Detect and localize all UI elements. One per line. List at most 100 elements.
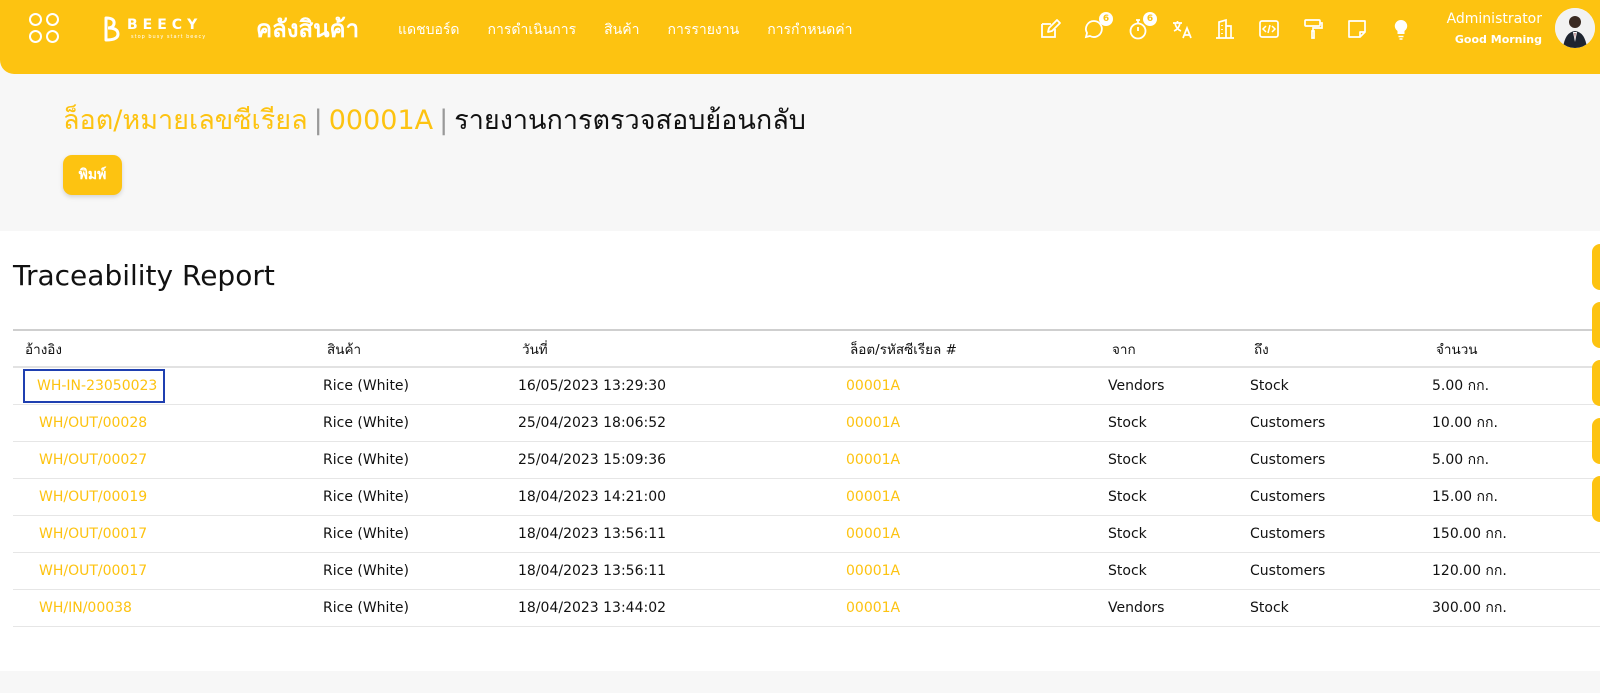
breadcrumb-lot-serial[interactable]: ล็อต/หมายเลขซีเรียล <box>63 105 308 136</box>
cell-product: Rice (White) <box>315 589 510 627</box>
cell-date: 25/04/2023 18:06:52 <box>510 404 838 442</box>
table-header-row: อ้างอิง สินค้า วันที่ ล็อต/รหัสซีเรียล #… <box>13 329 1600 368</box>
cell-product: Rice (White) <box>315 367 510 405</box>
timer-icon[interactable]: 6 <box>1126 12 1157 41</box>
company-icon[interactable] <box>1213 17 1237 41</box>
nav-item-operations[interactable]: การดำเนินการ <box>488 19 577 41</box>
nav-item-products[interactable]: สินค้า <box>604 19 639 41</box>
column-header-to[interactable]: ถึง <box>1242 329 1424 368</box>
apps-menu-icon[interactable] <box>29 13 63 47</box>
cell-lot: 00001A <box>838 404 1100 442</box>
report-sheet: Traceability Report อ้างอิง สินค้า วันที… <box>0 231 1600 671</box>
breadcrumb-separator: | <box>313 105 323 136</box>
breadcrumb-lot-number[interactable]: 00001A <box>329 105 433 136</box>
cell-from: Stock <box>1100 478 1242 516</box>
top-navbar: BEECY stop busy start beecy คลังสินค้า แ… <box>0 0 1600 74</box>
cell-from: Vendors <box>1100 589 1242 627</box>
paint-roller-icon[interactable] <box>1301 17 1325 41</box>
lot-link[interactable]: 00001A <box>846 415 900 431</box>
cell-date: 18/04/2023 13:56:11 <box>510 515 838 553</box>
table-row: WH/OUT/00027 Rice (White) 25/04/2023 15:… <box>13 441 1600 479</box>
brand-logo[interactable]: BEECY stop busy start beecy <box>103 16 225 42</box>
cell-to: Customers <box>1242 515 1424 553</box>
column-header-lot-serial[interactable]: ล็อต/รหัสซีเรียล # <box>838 329 1100 368</box>
column-header-product[interactable]: สินค้า <box>315 329 510 368</box>
lightbulb-icon[interactable] <box>1389 17 1413 41</box>
code-icon[interactable] <box>1257 17 1281 41</box>
chat-icon[interactable]: 6 <box>1082 12 1113 41</box>
cell-product: Rice (White) <box>315 552 510 590</box>
timer-badge: 6 <box>1143 12 1157 26</box>
table-row: WH/OUT/00017 Rice (White) 18/04/2023 13:… <box>13 552 1600 590</box>
lot-link[interactable]: 00001A <box>846 452 900 468</box>
cell-quantity: 5.00 กก. <box>1424 441 1600 479</box>
table-row: WH/OUT/00028 Rice (White) 25/04/2023 18:… <box>13 404 1600 442</box>
cell-quantity: 10.00 กก. <box>1424 404 1600 442</box>
lot-link[interactable]: 00001A <box>846 378 900 394</box>
table-row: WH/IN/00038 Rice (White) 18/04/2023 13:4… <box>13 589 1600 627</box>
reference-link[interactable]: WH/OUT/00028 <box>39 415 147 431</box>
column-header-reference[interactable]: อ้างอิง <box>13 329 315 368</box>
cell-reference: WH/OUT/00017 <box>13 515 315 553</box>
cell-reference: WH/OUT/00019 <box>13 478 315 516</box>
user-greeting: Good Morning <box>1454 33 1542 46</box>
cell-date: 16/05/2023 13:29:30 <box>510 367 838 405</box>
reference-link[interactable]: WH-IN-23050023 <box>22 368 166 403</box>
cell-quantity: 150.00 กก. <box>1424 515 1600 553</box>
cell-from: Stock <box>1100 515 1242 553</box>
side-tab[interactable] <box>1592 360 1600 406</box>
column-header-date[interactable]: วันที่ <box>510 329 838 368</box>
sticky-note-icon[interactable] <box>1345 17 1369 41</box>
translate-icon[interactable] <box>1170 17 1194 41</box>
cell-product: Rice (White) <box>315 515 510 553</box>
cell-product: Rice (White) <box>315 441 510 479</box>
side-tab[interactable] <box>1592 302 1600 348</box>
lot-link[interactable]: 00001A <box>846 600 900 616</box>
side-tab[interactable] <box>1592 476 1600 522</box>
cell-reference: WH/OUT/00027 <box>13 441 315 479</box>
cell-quantity: 300.00 กก. <box>1424 589 1600 627</box>
cell-product: Rice (White) <box>315 404 510 442</box>
side-tab[interactable] <box>1592 244 1600 290</box>
table-row: WH/OUT/00017 Rice (White) 18/04/2023 13:… <box>13 515 1600 553</box>
column-header-from[interactable]: จาก <box>1100 329 1242 368</box>
reference-link[interactable]: WH/OUT/00019 <box>39 489 147 505</box>
cell-date: 25/04/2023 15:09:36 <box>510 441 838 479</box>
edit-icon[interactable] <box>1038 17 1062 41</box>
cell-to: Customers <box>1242 552 1424 590</box>
cell-reference: WH/OUT/00017 <box>13 552 315 590</box>
cell-date: 18/04/2023 14:21:00 <box>510 478 838 516</box>
nav-item-configuration[interactable]: การกำหนดค่า <box>767 19 852 41</box>
cell-lot: 00001A <box>838 478 1100 516</box>
user-name[interactable]: Administrator <box>1447 11 1542 27</box>
reference-link[interactable]: WH/OUT/00017 <box>39 563 147 579</box>
traceability-table: อ้างอิง สินค้า วันที่ ล็อต/รหัสซีเรียล #… <box>13 329 1600 627</box>
cell-reference: WH/OUT/00028 <box>13 404 315 442</box>
brand-name: BEECY <box>127 17 203 33</box>
cell-lot: 00001A <box>838 441 1100 479</box>
cell-reference: WH-IN-23050023 <box>13 367 315 405</box>
cell-to: Customers <box>1242 478 1424 516</box>
report-title: Traceability Report <box>13 259 275 292</box>
cell-to: Customers <box>1242 404 1424 442</box>
cell-to: Stock <box>1242 589 1424 627</box>
side-tab[interactable] <box>1592 418 1600 464</box>
column-header-quantity[interactable]: จำนวน <box>1424 329 1600 368</box>
reference-link[interactable]: WH/OUT/00017 <box>39 526 147 542</box>
cell-from: Stock <box>1100 552 1242 590</box>
print-button[interactable]: พิมพ์ <box>63 155 122 195</box>
user-avatar-icon <box>1555 8 1595 48</box>
app-title[interactable]: คลังสินค้า <box>256 9 359 48</box>
cell-lot: 00001A <box>838 367 1100 405</box>
avatar[interactable] <box>1555 8 1595 48</box>
nav-item-reporting[interactable]: การรายงาน <box>667 19 739 41</box>
lot-link[interactable]: 00001A <box>846 489 900 505</box>
lot-link[interactable]: 00001A <box>846 526 900 542</box>
nav-item-dashboard[interactable]: แดชบอร์ด <box>398 19 460 41</box>
reference-link[interactable]: WH/OUT/00027 <box>39 452 147 468</box>
reference-link[interactable]: WH/IN/00038 <box>39 600 132 616</box>
lot-link[interactable]: 00001A <box>846 563 900 579</box>
cell-to: Stock <box>1242 367 1424 405</box>
cell-from: Stock <box>1100 441 1242 479</box>
main-nav: แดชบอร์ด การดำเนินการ สินค้า การรายงาน ก… <box>398 19 881 41</box>
